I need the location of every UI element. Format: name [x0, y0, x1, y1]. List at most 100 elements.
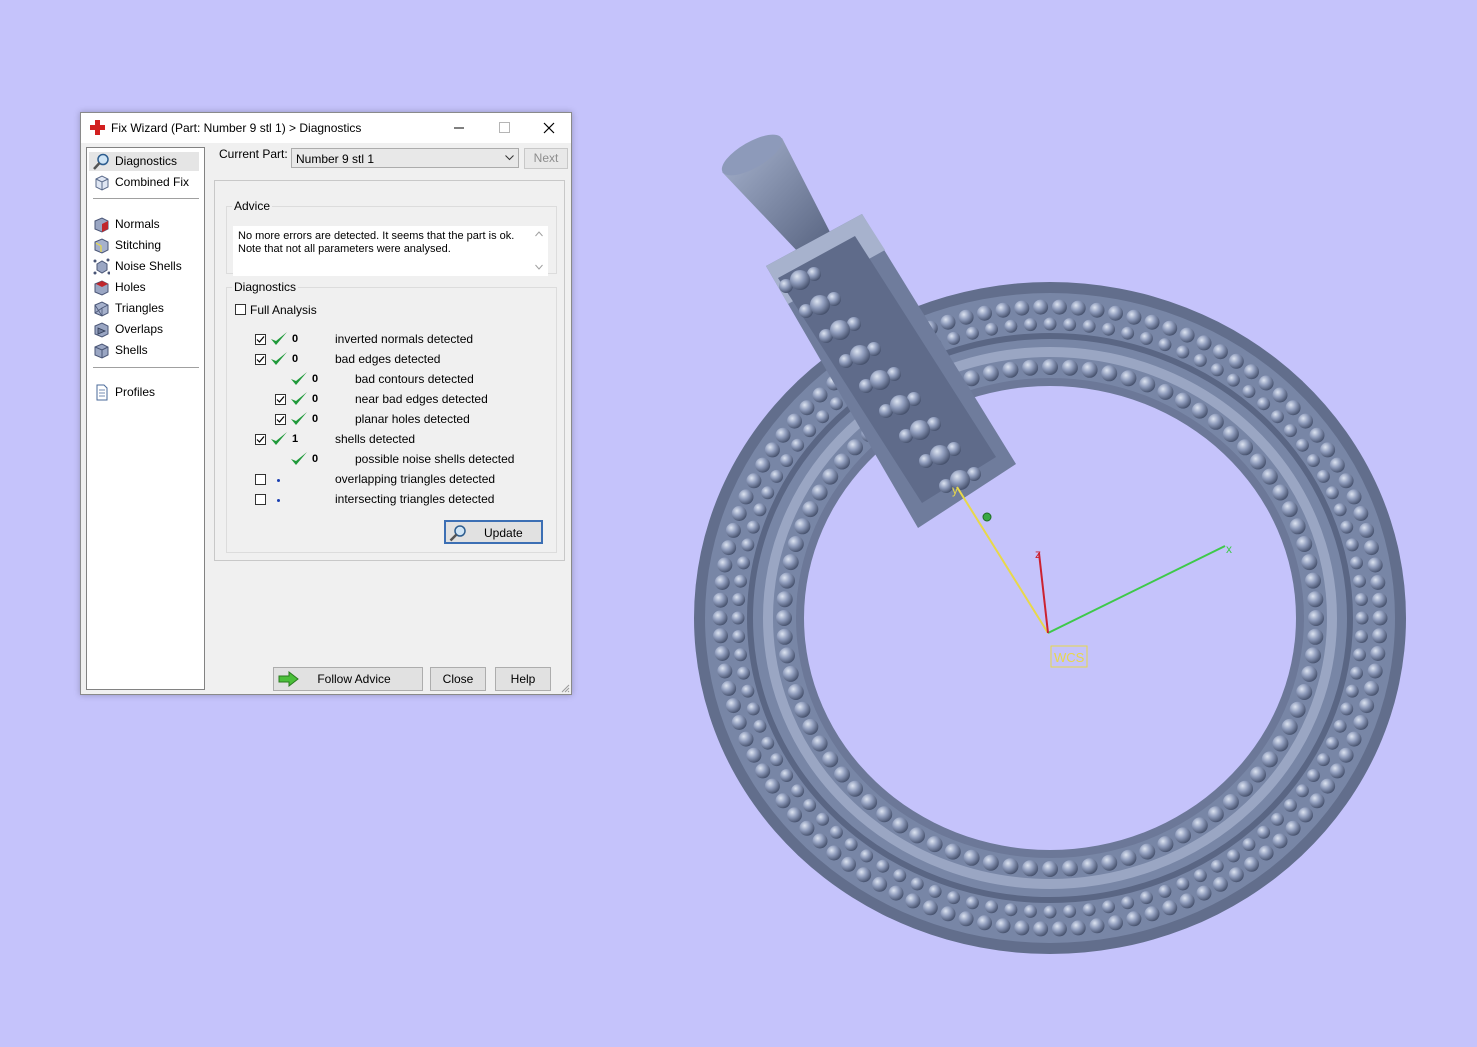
diagnostic-checkbox[interactable] — [255, 474, 266, 485]
minimize-icon — [454, 127, 464, 129]
bead — [1295, 438, 1309, 452]
close-button[interactable]: Close — [430, 667, 486, 691]
sidebar-item-combined-fix[interactable]: Combined Fix — [89, 173, 199, 192]
bead — [870, 370, 890, 390]
diagnostic-checkbox[interactable] — [255, 334, 266, 345]
bead — [1307, 628, 1324, 645]
window-title: Fix Wizard (Part: Number 9 stl 1) > Diag… — [111, 121, 362, 135]
bead — [1370, 575, 1386, 590]
bead — [714, 646, 730, 661]
green-check-icon — [271, 432, 287, 445]
follow-advice-button[interactable]: Follow Advice — [273, 667, 423, 691]
sidebar-item-shells[interactable]: Shells — [89, 341, 199, 360]
green-check-icon — [291, 412, 307, 425]
full-analysis-option[interactable]: Full Analysis — [235, 302, 355, 320]
advice-textbox[interactable]: No more errors are detected. It seems th… — [233, 226, 548, 276]
diagnostic-count: 1 — [292, 433, 299, 445]
bead — [922, 900, 938, 916]
close-window-button[interactable] — [527, 113, 571, 143]
bead — [738, 731, 754, 747]
sidebar-item-label: Stitching — [115, 238, 162, 252]
help-button[interactable]: Help — [495, 667, 551, 691]
bead — [1070, 300, 1086, 316]
green-check-icon — [291, 392, 307, 405]
sidebar-item-noise-shells[interactable]: Noise Shells — [89, 257, 199, 276]
bead — [1043, 905, 1057, 919]
sidebar-item-triangles[interactable]: Triangles — [89, 299, 199, 318]
diagnostic-checkbox[interactable] — [255, 354, 266, 365]
bead — [725, 698, 741, 714]
bead — [1285, 400, 1301, 416]
bead — [1210, 363, 1224, 377]
title-bar[interactable]: Fix Wizard (Part: Number 9 stl 1) > Diag… — [81, 113, 571, 143]
bead — [1257, 397, 1271, 411]
follow-advice-label: Follow Advice — [317, 672, 391, 686]
bead — [1244, 364, 1259, 380]
diagnostic-checkbox[interactable] — [275, 394, 286, 405]
bead — [947, 891, 961, 905]
bead — [1283, 424, 1297, 438]
sidebar-item-normals[interactable]: Normals — [89, 215, 199, 234]
bead — [1226, 849, 1240, 863]
resize-grip-icon[interactable] — [560, 683, 570, 693]
update-button[interactable]: Update — [444, 520, 543, 544]
bead — [780, 454, 794, 467]
bead — [850, 345, 870, 365]
bead — [1359, 698, 1375, 714]
bead — [741, 684, 755, 698]
bead — [1372, 610, 1388, 626]
bead — [1051, 921, 1067, 937]
close-icon — [543, 122, 555, 134]
bead — [713, 592, 728, 608]
bead — [1261, 751, 1278, 768]
current-part-label: Current Part: — [219, 147, 288, 161]
bead — [802, 718, 819, 735]
sidebar-item-label: Diagnostics — [115, 154, 178, 168]
minimize-button[interactable] — [437, 113, 481, 143]
bead — [1022, 860, 1039, 877]
bead — [779, 647, 795, 664]
bead — [816, 410, 830, 424]
scroll-up-icon[interactable] — [535, 231, 543, 237]
bead — [1158, 884, 1172, 898]
sidebar-item-overlaps[interactable]: Overlaps — [89, 320, 199, 339]
diagnostic-checkbox[interactable] — [255, 434, 266, 445]
bead — [1363, 540, 1379, 556]
bead — [731, 715, 747, 730]
bead — [1139, 891, 1153, 905]
holes-cube-icon — [94, 280, 109, 296]
current-part-select[interactable]: Number 9 stl 1 — [291, 148, 519, 168]
scroll-down-icon[interactable] — [535, 264, 543, 270]
bead — [746, 747, 762, 763]
bead — [890, 395, 910, 415]
bead — [861, 794, 878, 810]
diagnostic-row: 0 inverted normals detected — [253, 331, 553, 349]
bead — [1191, 402, 1208, 419]
sidebar-item-stitching[interactable]: Stitching — [89, 236, 199, 255]
bead — [926, 836, 943, 853]
bead — [764, 442, 780, 458]
bead — [985, 322, 998, 336]
bead — [1346, 489, 1362, 505]
diagnostic-checkbox[interactable] — [275, 414, 286, 425]
bead — [1363, 680, 1379, 696]
maximize-button[interactable] — [482, 113, 526, 143]
bead — [1081, 361, 1098, 378]
bead — [1043, 317, 1057, 331]
bead — [1193, 869, 1207, 883]
bead — [944, 843, 961, 860]
bead — [1306, 454, 1320, 467]
sidebar-item-diagnostics[interactable]: Diagnostics — [89, 152, 199, 171]
bead — [1139, 331, 1153, 345]
bead — [1175, 392, 1191, 409]
diagnostic-text: overlapping triangles detected — [335, 472, 496, 486]
bead — [1333, 503, 1347, 517]
pendant-model[interactable] — [694, 127, 1406, 954]
full-analysis-checkbox[interactable] — [235, 304, 246, 315]
next-button[interactable]: Next — [524, 148, 568, 169]
diagnostic-checkbox[interactable] — [255, 494, 266, 505]
sidebar-item-profiles[interactable]: Profiles — [89, 383, 199, 402]
bead — [1121, 326, 1135, 340]
bead — [755, 763, 771, 779]
sidebar-item-holes[interactable]: Holes — [89, 278, 199, 297]
